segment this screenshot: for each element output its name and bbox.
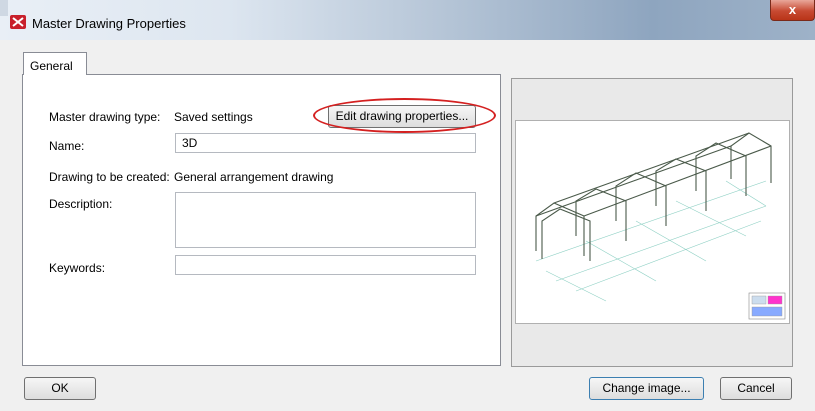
edit-drawing-properties-button[interactable]: Edit drawing properties... [328,105,476,128]
ok-button[interactable]: OK [24,377,96,400]
master-drawing-type-label: Master drawing type: [49,110,161,124]
name-field[interactable]: 3D [175,133,476,153]
drawing-to-be-created-label: Drawing to be created: [49,170,170,184]
window-title: Master Drawing Properties [32,16,186,31]
drawing-to-be-created-value: General arrangement drawing [174,170,334,184]
steel-frame-preview [535,132,786,320]
tab-general-label: General [30,59,73,73]
change-image-button[interactable]: Change image... [589,377,704,400]
app-icon [10,15,26,29]
description-field[interactable] [175,192,476,248]
close-button[interactable]: x [770,0,815,21]
title-bar[interactable]: Master Drawing Properties x [0,0,815,40]
drawing-preview-image [515,120,790,324]
close-icon: x [788,2,797,17]
keywords-label: Keywords: [49,261,106,275]
name-label: Name: [49,139,85,153]
master-drawing-type-value: Saved settings [174,110,253,124]
description-label: Description: [49,197,113,211]
cancel-button[interactable]: Cancel [720,377,792,400]
keywords-field[interactable] [175,255,476,275]
dialog-body: General Master drawing type: Saved setti… [8,40,807,411]
title-bar-edge [0,0,8,16]
tab-general[interactable]: General [23,52,87,75]
